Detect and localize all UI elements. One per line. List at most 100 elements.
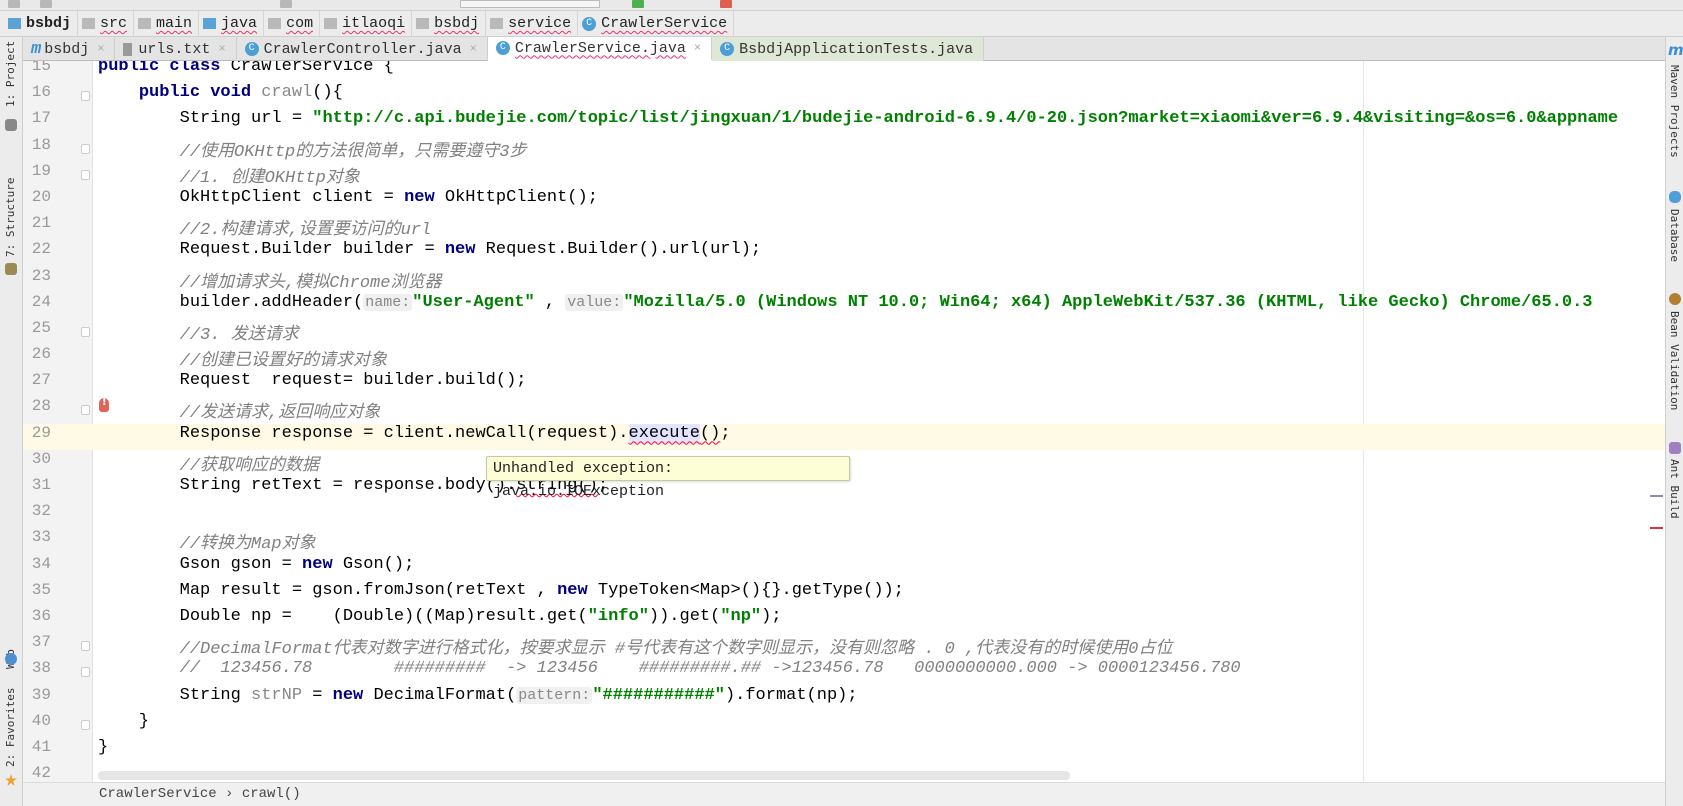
horizontal-scrollbar[interactable] [98, 771, 1070, 780]
breadcrumb-item[interactable]: main [134, 10, 200, 37]
toolbar-icon[interactable] [8, 0, 20, 8]
fold-marker-icon[interactable] [81, 169, 90, 180]
line-number: 21 [31, 214, 51, 233]
code-line[interactable]: 36 Double np = (Double)((Map)result.get(… [23, 607, 1665, 633]
run-icon[interactable] [632, 0, 644, 8]
tool-project[interactable]: 1: Project [4, 41, 17, 107]
code-token: name: [363, 293, 413, 311]
breadcrumb-item[interactable]: java [199, 10, 265, 37]
code-token: (){ [312, 83, 343, 103]
breadcrumb-item[interactable]: bsbdj [412, 10, 487, 37]
code-line[interactable]: 40 } [23, 712, 1665, 738]
star-icon [5, 774, 17, 786]
code-line[interactable]: 32 [23, 502, 1665, 528]
breadcrumb-label: itlaoqi [342, 15, 406, 32]
code-line[interactable]: 17 String url = "http://c.api.budejie.co… [23, 109, 1665, 135]
tab-label: CrawlerController.java [263, 40, 462, 58]
code-line[interactable]: 25 //3. 发送请求 [23, 319, 1665, 345]
fold-marker-icon[interactable] [81, 641, 90, 652]
close-tab-icon[interactable]: × [218, 42, 225, 56]
line-text: public void crawl(){ [98, 83, 343, 102]
code-line[interactable]: 20 OkHttpClient client = new OkHttpClien… [23, 188, 1665, 214]
code-token: new [332, 685, 374, 705]
close-tab-icon[interactable]: × [470, 42, 477, 56]
code-line[interactable]: 29 Response response = client.newCall(re… [23, 423, 1665, 450]
code-token: value: [565, 293, 624, 311]
folder-icon [8, 18, 21, 29]
error-stripe-mark[interactable] [1650, 527, 1663, 529]
close-tab-icon[interactable]: × [97, 42, 104, 56]
code-token: //1. 创建OKHttp对象 [179, 168, 360, 188]
error-stripe-mark[interactable] [1650, 495, 1663, 497]
toolbar-icon[interactable] [40, 0, 52, 8]
code-token: () [699, 423, 721, 443]
intention-bulb-icon[interactable] [99, 397, 109, 412]
fold-marker-icon[interactable] [81, 91, 90, 102]
breadcrumb-label: src [100, 15, 128, 32]
tab-crawlerservice-java[interactable]: C CrawlerService.java × [487, 37, 713, 61]
code-lines: 15 public class CrawlerService {16 public… [23, 61, 1665, 782]
code-line[interactable]: 21 //2.构建请求,设置要访问的url [23, 214, 1665, 240]
code-line[interactable]: 19 //1. 创建OKHttp对象 [23, 162, 1665, 188]
tool-database[interactable]: Database [1668, 209, 1681, 262]
fold-marker-icon[interactable] [81, 405, 90, 416]
code-line[interactable]: 15 public class CrawlerService { [23, 61, 1665, 83]
line-number: 23 [31, 266, 51, 285]
status-breadcrumb[interactable]: CrawlerService › crawl() [23, 782, 1665, 806]
tool-maven-projects[interactable]: Maven Projects [1668, 65, 1681, 158]
code-line[interactable]: 16 public void crawl(){ [23, 83, 1665, 109]
code-line[interactable]: 18 //使用OKHttp的方法很简单，只需要遵守3步 [23, 136, 1665, 162]
line-number: 41 [31, 737, 51, 756]
line-number: 38 [31, 659, 51, 678]
code-line[interactable]: 26 //创建已设置好的请求对象 [23, 345, 1665, 371]
fold-marker-icon[interactable] [81, 667, 90, 678]
code-line[interactable]: 34 Gson gson = new Gson(); [23, 555, 1665, 581]
breadcrumb-item[interactable]: itlaoqi [320, 10, 413, 37]
code-token: builder.addHeader( [98, 292, 364, 312]
tab-bsbdj[interactable]: m bsbdj × [23, 37, 116, 61]
close-tab-icon[interactable]: × [694, 41, 701, 55]
code-line[interactable]: 27 Request request= builder.build(); [23, 371, 1665, 397]
breadcrumb-item[interactable]: src [78, 10, 135, 37]
code-line[interactable]: 22 Request.Builder builder = new Request… [23, 240, 1665, 266]
tab-bsbdjapplicationtests-java[interactable]: C BsbdjApplicationTests.java [712, 37, 985, 61]
code-token: Double np = (Double)((Map)result.get( [98, 606, 588, 626]
fold-marker-icon[interactable] [81, 143, 90, 154]
run-config-select[interactable] [460, 0, 600, 8]
toolbar-icon[interactable] [280, 0, 292, 8]
code-line[interactable]: 33 //转换为Map对象 [23, 528, 1665, 554]
tool-ant-build[interactable]: Ant Build [1668, 459, 1681, 519]
code-line[interactable]: 23 //增加请求头,模拟Chrome浏览器 [23, 267, 1665, 293]
left-tool-strip: 1: Project 7: Structure Web 2: Favorites [0, 37, 23, 806]
tab-urls-txt[interactable]: urls.txt × [115, 37, 237, 61]
code-line[interactable]: 28 //发送请求,返回响应对象 [23, 397, 1665, 423]
line-text: } [98, 712, 149, 731]
breadcrumb-item[interactable]: com [264, 10, 321, 37]
tool-structure[interactable]: 7: Structure [4, 178, 17, 257]
stop-icon[interactable] [720, 0, 732, 8]
database-icon [1669, 191, 1681, 203]
tab-crawlercontroller-java[interactable]: C CrawlerController.java × [237, 37, 488, 61]
tool-bean-validation[interactable]: Bean Validation [1668, 311, 1681, 410]
code-line[interactable]: 35 Map result = gson.fromJson(retText , … [23, 581, 1665, 607]
code-line[interactable]: 41} [23, 738, 1665, 764]
code-token: String retText = response.body(). [98, 476, 517, 495]
code-line[interactable]: 39 String strNP = new DecimalFormat(patt… [23, 686, 1665, 712]
breadcrumb-item[interactable]: bsbdj [4, 10, 79, 37]
code-line[interactable]: 24 builder.addHeader(name: "User-Agent" ,… [23, 293, 1665, 319]
line-text: Response response = client.newCall(reque… [98, 423, 731, 443]
code-token: String [98, 685, 252, 705]
breadcrumb-item[interactable]: C CrawlerService [578, 10, 735, 37]
code-token: Gson gson = [98, 554, 303, 574]
fold-marker-icon[interactable] [81, 719, 90, 730]
code-editor[interactable]: 15 public class CrawlerService {16 public… [23, 61, 1665, 782]
line-text: // 123456.78 ######### -> 123456 #######… [98, 659, 1241, 678]
code-line[interactable]: 37 //DecimalFormat代表对数字进行格式化，按要求显示 #号代表有… [23, 633, 1665, 659]
breadcrumb-item[interactable]: service [486, 10, 579, 37]
fold-marker-icon[interactable] [81, 326, 90, 337]
code-line[interactable]: 38 // 123456.78 ######### -> 123456 ####… [23, 659, 1665, 685]
line-text: //转换为Map对象 [98, 528, 316, 554]
tool-favorites[interactable]: 2: Favorites [4, 688, 17, 767]
